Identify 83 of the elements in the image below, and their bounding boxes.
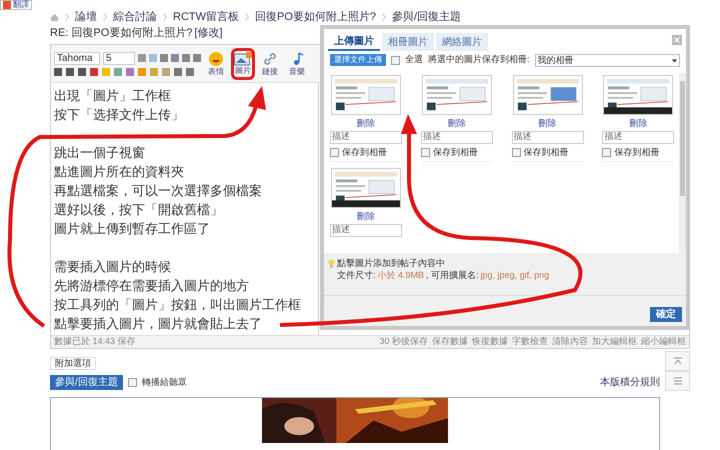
- list-button[interactable]: [665, 371, 690, 391]
- lightbulb-icon: [328, 258, 335, 268]
- tip-text: 點擊圖片添加到帖子內容中: [337, 257, 445, 269]
- checkbox-label: 保存到相冊: [614, 146, 660, 158]
- checkbox[interactable]: [391, 56, 400, 64]
- close-icon: [674, 37, 680, 43]
- home-icon[interactable]: [50, 12, 59, 22]
- breadcrumb-link[interactable]: RCTW留言板: [173, 8, 239, 26]
- checkbox-label: 保存到相冊: [342, 146, 387, 158]
- delete-link[interactable]: 刪除: [357, 117, 375, 130]
- editor-text-line: 圖片就上傳到暫存工作區了: [54, 220, 210, 238]
- checkbox-label: 全選: [405, 53, 423, 66]
- editor-tool-button[interactable]: 鏈接: [258, 48, 282, 80]
- checkbox[interactable]: [512, 148, 520, 157]
- editor-text-line: 需要插入圖片的時候: [54, 258, 171, 276]
- post-title: RE: 回復PO要如何附上照片?: [50, 26, 192, 41]
- chevron-icon: [103, 13, 107, 21]
- checkbox-label: 轉播給聽眾: [142, 376, 187, 389]
- collapse-icon: [672, 356, 682, 366]
- editor-text-line: 點擊要插入圖片，圖片就會貼上去了: [54, 315, 262, 333]
- size-select[interactable]: 5: [103, 52, 135, 64]
- back-to-top-button[interactable]: [665, 351, 690, 371]
- chevron-icon: [163, 13, 167, 21]
- extension-value: jpg, jpeg, gif, png: [480, 269, 550, 281]
- description-field[interactable]: 描述: [512, 130, 584, 144]
- editor-tool-button[interactable]: 表情: [204, 48, 228, 80]
- editor-tool-button[interactable]: 音樂: [285, 48, 309, 80]
- confirm-button[interactable]: 確定: [650, 307, 682, 322]
- editor-text-line: 選好以後，按下「開啟舊檔」: [54, 201, 223, 219]
- checkbox[interactable]: [128, 378, 137, 387]
- scrollbar-thumb[interactable]: [680, 81, 685, 196]
- extension-label: , 可用擴展名:: [426, 269, 479, 281]
- checkbox-label: 保存到相冊: [524, 146, 568, 158]
- breadcrumb-link[interactable]: 論壇: [75, 8, 97, 26]
- reply-button[interactable]: 參與/回復主題: [50, 375, 123, 390]
- editor-text-line: 出現「圖片」工作框: [54, 87, 171, 105]
- size-label: 文件尺寸:: [337, 269, 376, 281]
- checkbox[interactable]: [602, 148, 612, 157]
- list-icon: [672, 376, 682, 386]
- saved-status: 數據已於 14:43 保存: [54, 335, 136, 348]
- upload-button[interactable]: 選擇文件上傳: [330, 54, 386, 66]
- breadcrumb-link[interactable]: 參與/回復主題: [392, 8, 462, 26]
- chevron-icon: [245, 13, 249, 21]
- dialog-tab[interactable]: 網絡圖片: [436, 33, 488, 51]
- description-field[interactable]: 描述: [420, 130, 493, 144]
- close-button[interactable]: [672, 35, 682, 45]
- image-icon: [234, 52, 252, 66]
- extra-options-button[interactable]: 附加選項: [50, 357, 96, 370]
- translate-badge[interactable]: 翻譯: [0, 0, 32, 10]
- checkbox[interactable]: [330, 148, 339, 157]
- chevron-icon: [382, 13, 386, 21]
- description-field[interactable]: 描述: [330, 224, 402, 236]
- breadcrumb-link[interactable]: 回復PO要如何附上照片?: [255, 8, 376, 26]
- smiley-icon: [208, 51, 224, 67]
- edit-link[interactable]: [修改]: [194, 24, 223, 42]
- chevron-icon: [65, 13, 69, 21]
- editor-text-line: 先將游標停在需要插入圖片的地方: [54, 277, 249, 295]
- font-select[interactable]: Tahoma: [54, 52, 100, 64]
- editor-text-line: 按工具列的「圖片」按鈕，叫出圖片工作框: [54, 296, 301, 314]
- translate-icon: [3, 1, 11, 9]
- editor-text-line: 按下「选择文件上传」: [54, 106, 184, 124]
- delete-link[interactable]: 刪除: [448, 117, 466, 130]
- save-to-label: 將選中的圖片保存到相冊:: [428, 53, 530, 66]
- editor-text-line: 點進圖片所在的資料夾: [54, 163, 184, 181]
- editor-text-line: 再點選檔案，可以一次選擇多個檔案: [54, 182, 262, 200]
- checkbox-label: 保存到相冊: [432, 146, 478, 158]
- dropdown-caret-icon: [672, 58, 677, 62]
- editor-text-line: 跳出一個子視窗: [54, 144, 145, 162]
- description-field[interactable]: 描述: [330, 130, 402, 144]
- checkbox[interactable]: [420, 148, 430, 157]
- delete-link[interactable]: 刪除: [538, 117, 556, 130]
- rules-link[interactable]: 本版積分規則: [600, 375, 660, 390]
- breadcrumb-link[interactable]: 綜合討論: [113, 8, 157, 26]
- link-icon: [262, 51, 278, 67]
- delete-link[interactable]: 刪除: [357, 210, 375, 224]
- size-value: 小於 4.9MB: [378, 269, 424, 281]
- editor-tool-button[interactable]: 圖片: [231, 48, 255, 80]
- dialog-tab[interactable]: 上傳圖片: [328, 33, 380, 51]
- delete-link[interactable]: 刪除: [629, 117, 648, 130]
- scrollbar[interactable]: [679, 73, 686, 253]
- album-select[interactable]: 我的相冊: [534, 54, 680, 66]
- dialog-tab[interactable]: 相冊圖片: [382, 33, 434, 51]
- description-field[interactable]: 描述: [602, 130, 674, 144]
